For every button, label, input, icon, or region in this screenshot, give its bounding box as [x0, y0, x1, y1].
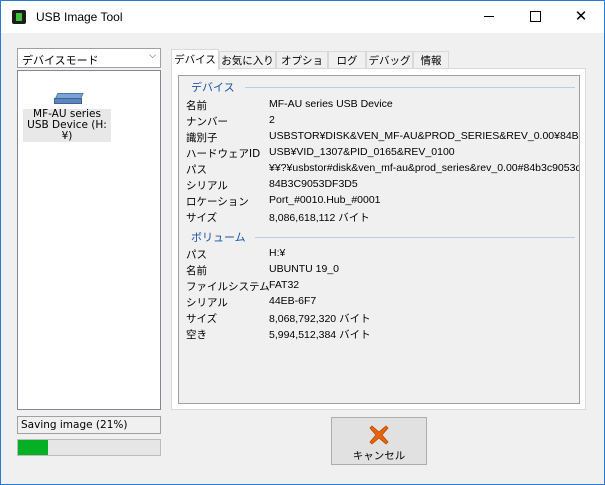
maximize-button[interactable]	[512, 1, 558, 31]
device-row-label: 名前	[186, 100, 207, 112]
volume-row-value: 5,994,512,384 バイト	[269, 329, 371, 341]
device-row-label: サイズ	[186, 212, 218, 224]
device-row-label: パス	[186, 164, 207, 176]
device-row-value: USB¥VID_1307&PID_0165&REV_0100	[269, 146, 455, 158]
mode-select[interactable]: デバイスモード ⌵	[17, 48, 161, 68]
cancel-x-icon	[368, 424, 390, 446]
device-section-divider	[245, 87, 575, 88]
volume-row-value: UBUNTU 19_0	[269, 263, 340, 275]
device-section-title: デバイス	[191, 81, 235, 94]
minimize-icon	[484, 15, 494, 17]
volume-row-value: FAT32	[269, 279, 300, 291]
tab-debug[interactable]: デバッグ	[366, 51, 413, 68]
tab-favorites[interactable]: お気に入り	[219, 51, 276, 68]
tab-options[interactable]: オプション	[276, 51, 328, 82]
volume-row-label: 名前	[186, 265, 207, 277]
title-bar[interactable]: USB Image Tool ✕	[1, 1, 604, 33]
volume-row-label: 空き	[186, 329, 207, 341]
device-row-label: シリアル	[186, 180, 228, 192]
device-label-line2: USB Device (H:¥)	[27, 119, 107, 142]
device-row-value: USBSTOR¥DISK&VEN_MF-AU&PROD_SERIES&REV_0…	[269, 130, 580, 142]
device-row-label: 識別子	[186, 132, 218, 144]
progress-bar	[17, 439, 161, 456]
status-text: Saving image (21%)	[21, 419, 128, 431]
maximize-icon	[529, 10, 541, 22]
tab-panel: デバイス 名前 MF-AU series USB Device ナンバー 2 識…	[171, 68, 586, 410]
device-row-label: ハードウェアID	[186, 148, 261, 160]
tab-info[interactable]: 情報	[413, 51, 449, 68]
device-item[interactable]: MF-AU series USB Device (H:¥)	[23, 109, 111, 142]
tab-device[interactable]: デバイス	[171, 49, 219, 70]
volume-row-label: サイズ	[186, 313, 218, 325]
tab-log[interactable]: ログ	[328, 51, 366, 68]
device-list[interactable]: MF-AU series USB Device (H:¥)	[17, 70, 161, 410]
progress-fill	[18, 440, 48, 455]
device-row-value: ¥¥?¥usbstor#disk&ven_mf-au&prod_series&r…	[269, 162, 580, 174]
device-row-value: 2	[269, 114, 275, 126]
device-row-label: ロケーション	[186, 196, 249, 208]
volume-row-label: ファイルシステム	[186, 281, 270, 293]
chevron-down-icon: ⌵	[149, 51, 156, 61]
device-row-value: 8,086,618,112 バイト	[269, 212, 370, 224]
cancel-label: キャンセル	[352, 450, 406, 462]
minimize-button[interactable]	[466, 1, 512, 31]
info-panel: デバイス 名前 MF-AU series USB Device ナンバー 2 識…	[178, 75, 580, 404]
mode-select-value: デバイスモード	[22, 55, 99, 67]
app-window: USB Image Tool ✕ デバイスモード ⌵ MF-AU series …	[0, 0, 605, 485]
volume-row-value: H:¥	[269, 247, 286, 259]
volume-row-value: 44EB-6F7	[269, 295, 317, 307]
volume-row-value: 8,068,792,320 バイト	[269, 313, 371, 325]
close-icon: ✕	[574, 6, 588, 25]
volume-section-divider	[255, 237, 575, 238]
volume-section-title: ボリューム	[191, 231, 246, 244]
cancel-button[interactable]: キャンセル	[331, 417, 427, 465]
status-box: Saving image (21%)	[17, 416, 161, 434]
volume-row-label: パス	[186, 249, 207, 261]
volume-row-label: シリアル	[186, 297, 228, 309]
app-icon	[12, 10, 26, 24]
close-button[interactable]: ✕	[558, 1, 604, 31]
usb-drive-icon	[54, 93, 84, 104]
device-row-value: Port_#0010.Hub_#0001	[269, 194, 381, 206]
device-row-value: 84B3C9053DF3D5	[269, 178, 358, 190]
device-row-label: ナンバー	[186, 116, 228, 128]
device-row-value: MF-AU series USB Device	[269, 98, 393, 110]
window-title: USB Image Tool	[36, 10, 123, 24]
